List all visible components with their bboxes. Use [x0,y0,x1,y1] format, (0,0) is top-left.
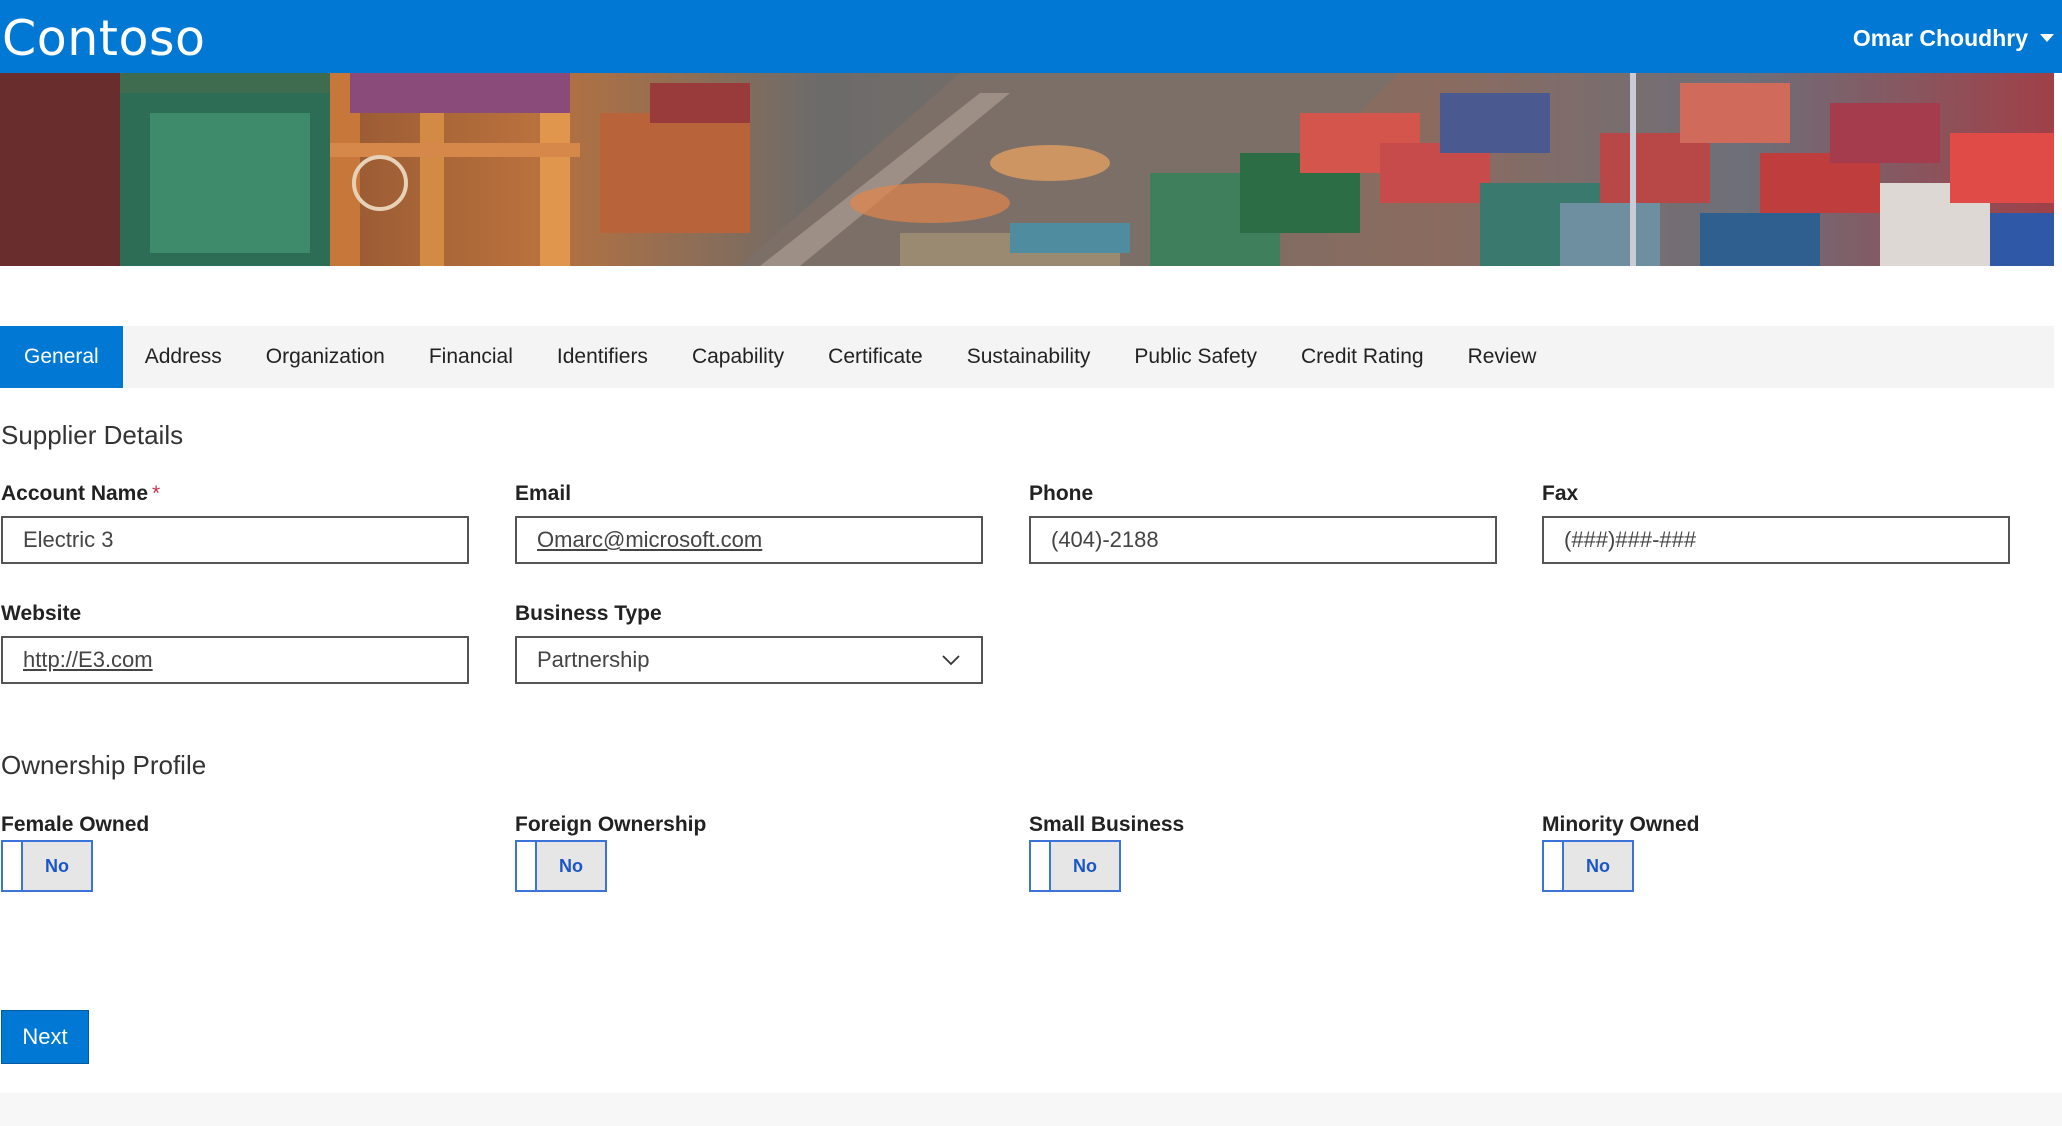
toggle-knob [1544,842,1564,890]
email-input[interactable]: Omarc@microsoft.com [515,516,983,564]
account-name-value: Electric 3 [23,527,114,552]
tab-capability[interactable]: Capability [670,326,806,388]
required-marker: * [152,482,161,505]
foreign-ownership-toggle[interactable]: No [515,840,607,892]
tab-general[interactable]: General [0,326,123,388]
next-button[interactable]: Next [1,1010,89,1064]
female-owned-label: Female Owned [1,813,150,836]
account-name-input[interactable]: Electric 3 [1,516,469,564]
fax-label: Fax [1542,482,1579,505]
account-name-label: Account Name * [1,482,160,506]
toggle-knob [517,842,537,890]
small-business-value: No [1051,842,1119,890]
caret-down-icon [2040,34,2054,42]
supplier-details-heading: Supplier Details [1,420,184,450]
brand-logo: Contoso [2,10,206,67]
banner-image [0,73,2054,266]
minority-owned-value: No [1564,842,1632,890]
account-name-label-text: Account Name [1,482,149,505]
female-owned-toggle[interactable]: No [1,840,93,892]
fax-input[interactable]: (###)###-### [1542,516,2010,564]
business-type-value: Partnership [537,647,650,672]
tab-review[interactable]: Review [1446,326,1559,388]
footer-strip [0,1093,2062,1126]
top-bar: Contoso Omar Choudhry [0,0,2062,73]
phone-value: (404)-2188 [1051,527,1159,552]
tab-organization[interactable]: Organization [244,326,407,388]
small-business-label: Small Business [1029,813,1185,836]
email-value: Omarc@microsoft.com [537,527,763,552]
foreign-ownership-label: Foreign Ownership [515,813,707,836]
business-type-select[interactable]: Partnership [515,636,983,684]
chevron-down-icon [942,655,960,666]
minority-owned-label: Minority Owned [1542,813,1700,836]
female-owned-value: No [23,842,91,890]
business-type-label: Business Type [515,602,662,625]
website-input[interactable]: http://E3.com [1,636,469,684]
tab-public-safety[interactable]: Public Safety [1112,326,1279,388]
tab-certificate[interactable]: Certificate [806,326,945,388]
website-value: http://E3.com [23,647,153,672]
toggle-knob [3,842,23,890]
toggle-knob [1031,842,1051,890]
phone-input[interactable]: (404)-2188 [1029,516,1497,564]
tab-identifiers[interactable]: Identifiers [535,326,670,388]
website-label: Website [1,602,82,625]
foreign-ownership-value: No [537,842,605,890]
phone-label: Phone [1029,482,1094,505]
fax-value: (###)###-### [1564,527,1697,552]
tab-credit-rating[interactable]: Credit Rating [1279,326,1446,388]
tab-financial[interactable]: Financial [407,326,535,388]
tab-sustainability[interactable]: Sustainability [945,326,1113,388]
user-menu[interactable]: Omar Choudhry [1853,20,2054,56]
email-label: Email [515,482,572,505]
ownership-profile-heading: Ownership Profile [1,750,207,780]
small-business-toggle[interactable]: No [1029,840,1121,892]
tab-address[interactable]: Address [123,326,244,388]
user-name: Omar Choudhry [1852,24,2028,51]
tab-bar: General Address Organization Financial I… [0,326,2054,388]
minority-owned-toggle[interactable]: No [1542,840,1634,892]
